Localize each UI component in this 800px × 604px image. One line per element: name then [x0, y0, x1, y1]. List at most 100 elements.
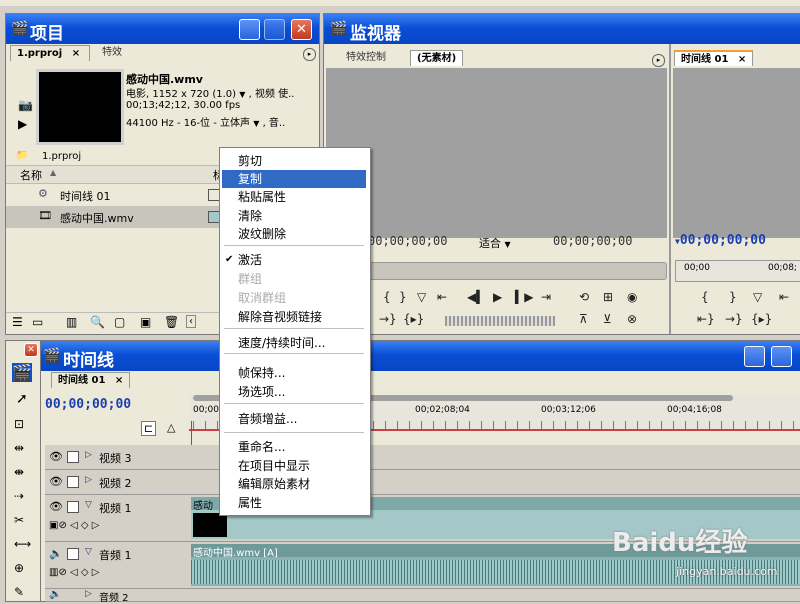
menu-item[interactable]: 剪切 [222, 152, 366, 170]
lock-toggle[interactable] [67, 451, 79, 463]
menu-item[interactable]: 速度/持续时间... [222, 334, 366, 352]
mark-out-icon[interactable]: } [729, 290, 737, 304]
menu-item[interactable]: 编辑原始素材 [222, 475, 366, 493]
rolling-edit-icon[interactable]: ⇼ [14, 465, 24, 479]
snap-icon[interactable]: ⊏ [141, 421, 157, 436]
mark-in-icon[interactable]: { [383, 290, 391, 304]
menu-item[interactable]: ✔ 激活 [222, 251, 366, 269]
extract-icon[interactable]: ⊻ [603, 312, 612, 326]
collapse-icon[interactable]: ▽ [85, 547, 92, 557]
jog-shuttle[interactable] [445, 316, 555, 326]
menu-item[interactable]: 重命名... [222, 438, 366, 456]
lock-toggle[interactable] [67, 501, 79, 513]
menu-item[interactable]: 波纹删除 [222, 225, 366, 243]
menu-item[interactable]: 复制 [222, 170, 366, 188]
minimize-button[interactable] [239, 19, 260, 40]
fit-dropdown[interactable]: 适合 ▼ [479, 235, 511, 251]
menu-item[interactable]: 清除 [222, 207, 366, 225]
tab-project[interactable]: 1.prproj × [10, 45, 90, 61]
menu-item[interactable]: 解除音视频链接 [222, 308, 366, 326]
maximize-button[interactable] [264, 19, 285, 40]
marker-icon[interactable]: ▽ [417, 290, 426, 304]
loop-icon[interactable]: ⟲ [579, 290, 589, 304]
panel-menu-icon[interactable]: ▸ [652, 54, 665, 67]
ripple-edit-icon[interactable]: ⇹ [14, 441, 24, 455]
program-timecode[interactable]: ▼00;00;00;00 [675, 233, 766, 248]
panel-menu-icon[interactable]: ▸ [303, 48, 316, 61]
menu-item[interactable]: 粘贴属性 [222, 188, 366, 206]
goto-in-icon[interactable]: ⇤ [437, 290, 447, 304]
collapse-icon[interactable]: ▽ [85, 500, 92, 510]
speaker-icon[interactable]: 🔈 [49, 547, 63, 560]
play-icon[interactable]: ▶ [18, 117, 27, 131]
output-icon[interactable]: ◉ [627, 290, 637, 304]
trash-icon[interactable]: 🗑 [164, 315, 179, 329]
selection-tool-icon[interactable]: ➚ [16, 391, 28, 407]
new-item-icon[interactable]: ▣ [140, 315, 151, 329]
step-back-icon[interactable]: ◀▍ [467, 290, 485, 304]
folder-up-icon[interactable]: 📁 [16, 150, 28, 161]
razor-icon[interactable]: ✂ [14, 513, 24, 527]
timeline-timecode[interactable]: 00;00;00;00 [45, 397, 131, 412]
rate-stretch-icon[interactable]: ⇢ [14, 489, 24, 503]
tab-source[interactable]: (无素材) [410, 50, 464, 66]
tab-effects[interactable]: 特效 [96, 45, 128, 61]
list-view-icon[interactable]: ☰ [12, 315, 23, 329]
lift-icon[interactable]: ⇤} [697, 312, 715, 326]
eye-icon[interactable]: 👁 [49, 450, 63, 463]
tab-program-timeline[interactable]: 时间线 01 × [674, 50, 754, 66]
tab-close-icon[interactable]: × [115, 375, 123, 386]
insert-icon[interactable]: →} [379, 312, 397, 326]
menu-item[interactable]: 在项目中显示 [222, 457, 366, 475]
overlay-icon[interactable]: {▸} [751, 312, 772, 326]
eye-icon[interactable]: 👁 [49, 475, 63, 488]
close-button[interactable]: ✕ [291, 19, 312, 40]
mark-out-icon[interactable]: } [399, 290, 407, 304]
program-ruler[interactable]: 00;00 00;08; [675, 260, 800, 282]
icon-view-icon[interactable]: ▭ [32, 315, 43, 329]
marker-icon[interactable]: ▽ [753, 290, 762, 304]
close-button[interactable]: ✕ [24, 343, 38, 357]
speaker-icon[interactable]: 🔈 [49, 589, 61, 600]
goto-in-icon[interactable]: ⇤ [779, 290, 789, 304]
tab-effect-controls[interactable]: 特效控制 [340, 50, 392, 66]
camera-icon[interactable]: 📷 [18, 98, 33, 112]
tab-close-icon[interactable]: × [72, 48, 80, 59]
keyframe-nav-icon[interactable]: ▥⊘ ◁ ◇ ▷ [49, 567, 99, 578]
goto-out-icon[interactable]: ⇥ [541, 290, 551, 304]
insert-icon[interactable]: →} [725, 312, 743, 326]
track-select-icon[interactable]: ⊡ [14, 417, 24, 431]
chevron-down-icon[interactable]: ▼ [239, 90, 245, 99]
menu-item[interactable]: 场选项... [222, 383, 366, 401]
expand-icon[interactable]: ▷ [85, 475, 92, 485]
tab-close-icon[interactable]: × [738, 54, 746, 65]
expand-icon[interactable]: ▷ [85, 450, 92, 460]
automate-icon[interactable]: ▥ [66, 315, 77, 329]
chevron-down-icon[interactable]: ▼ [253, 119, 259, 128]
scroll-left-icon[interactable]: ‹ [186, 315, 196, 328]
minimize-button[interactable] [744, 346, 765, 367]
bin-icon[interactable]: ▢ [114, 315, 125, 329]
export-frame-icon[interactable]: ⊗ [627, 312, 637, 326]
lift-icon[interactable]: ⊼ [579, 312, 588, 326]
safe-margins-icon[interactable]: ⊞ [603, 290, 613, 304]
expand-icon[interactable]: ▷ [85, 589, 92, 599]
keyframe-nav-icon[interactable]: ▣⊘ ◁ ◇ ▷ [49, 520, 99, 531]
tab-timeline[interactable]: 时间线 01 × [51, 372, 131, 388]
menu-item[interactable]: 音频增益... [222, 410, 366, 428]
play-button[interactable]: ▶ [493, 290, 502, 304]
slide-icon[interactable]: ⊕ [14, 561, 24, 575]
marker-icon[interactable]: △ [167, 421, 175, 434]
source-scrubber[interactable] [369, 262, 667, 280]
eye-icon[interactable]: 👁 [49, 500, 63, 513]
menu-item[interactable]: 帧保持... [222, 364, 366, 382]
lock-toggle[interactable] [67, 548, 79, 560]
source-timecode-left[interactable]: 00;00;00;00 [368, 234, 447, 248]
overlay-icon[interactable]: {▸} [403, 312, 424, 326]
slip-icon[interactable]: ⟷ [14, 537, 31, 551]
mark-in-icon[interactable]: { [701, 290, 709, 304]
maximize-button[interactable] [771, 346, 792, 367]
menu-item[interactable]: 属性 [222, 494, 366, 512]
column-name[interactable]: 名称 [20, 167, 42, 183]
pen-icon[interactable]: ✎ [14, 585, 24, 599]
